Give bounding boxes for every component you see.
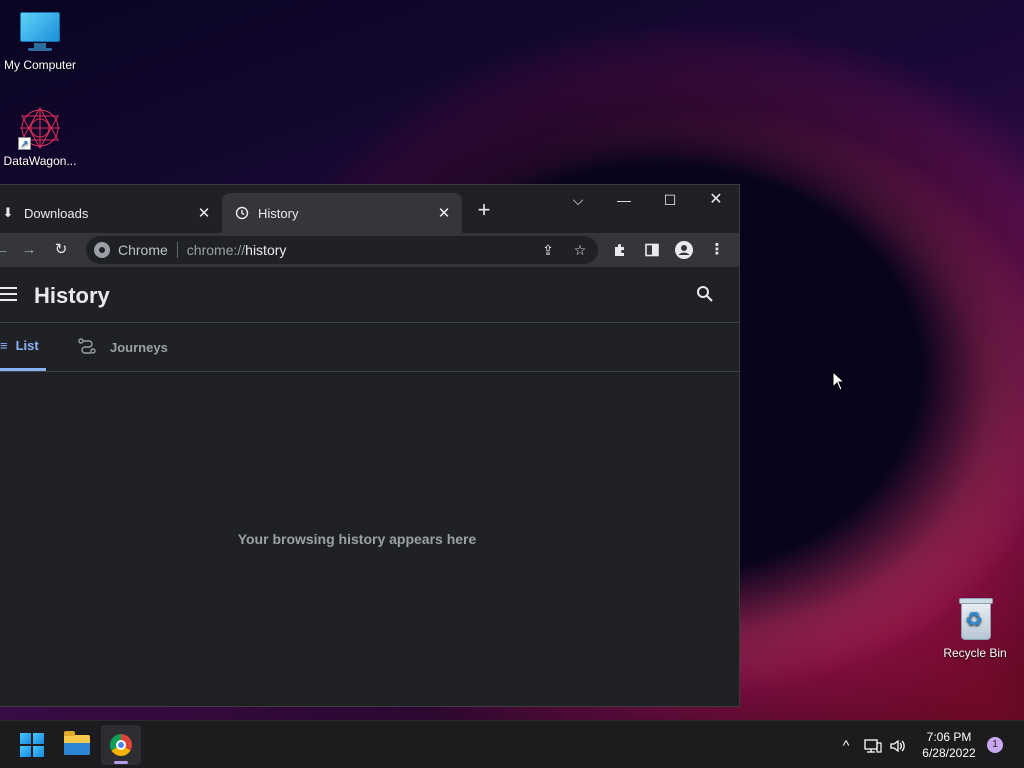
volume-icon[interactable] — [886, 721, 910, 768]
windows-logo-icon — [20, 733, 44, 757]
desktop-icon-label: Recycle Bin — [943, 646, 1007, 660]
back-icon[interactable]: ← — [0, 238, 14, 262]
start-button[interactable] — [12, 725, 52, 765]
mouse-cursor-icon — [832, 371, 846, 391]
hamburger-menu-icon[interactable] — [0, 287, 18, 305]
taskbar-chrome[interactable] — [101, 725, 141, 765]
history-header: History — [0, 267, 739, 323]
tab-label: Journeys — [110, 339, 168, 355]
reload-icon[interactable]: ↻ — [49, 238, 73, 262]
bookmark-star-icon[interactable]: ☆ — [570, 240, 590, 260]
close-window-button[interactable]: ✕ — [693, 185, 739, 215]
side-panel-icon[interactable] — [640, 238, 664, 262]
tab-label: History — [258, 205, 299, 221]
share-icon[interactable]: ⇪ — [538, 240, 558, 260]
menu-kebab-icon[interactable]: ⋮ — [705, 238, 729, 262]
browser-toolbar: ← → ↻ Chrome chrome://history ⇪ ☆ ⋮ — [0, 233, 739, 267]
chrome-logo-icon — [94, 242, 110, 258]
clock-date: 6/28/2022 — [922, 746, 976, 760]
search-icon[interactable] — [696, 285, 716, 305]
taskbar: ^ 7:06 PM 6/28/2022 1 — [0, 720, 1024, 768]
shortcut-arrow-icon: ↗ — [18, 137, 31, 150]
show-hidden-icons-chevron[interactable]: ^ — [836, 721, 856, 768]
new-tab-button[interactable]: + — [472, 199, 496, 223]
close-tab-icon[interactable]: ✕ — [432, 204, 456, 222]
history-icon — [234, 205, 250, 221]
history-nav-tabs: ≡ List Journeys — [0, 323, 739, 372]
forward-icon[interactable]: → — [17, 238, 41, 262]
download-icon: ⬇ — [2, 205, 14, 220]
tab-history[interactable]: History ✕ — [222, 193, 462, 233]
desktop-icon-label: My Computer — [3, 58, 77, 72]
taskbar-file-explorer[interactable] — [57, 725, 97, 765]
tab-list[interactable]: ≡ List — [0, 323, 46, 371]
folder-icon — [64, 731, 90, 755]
tab-journeys[interactable]: Journeys — [78, 323, 168, 371]
recycle-bin-icon: ♻ — [953, 598, 997, 642]
empty-state-message: Your browsing history appears here — [237, 531, 477, 547]
network-icon[interactable] — [862, 721, 884, 768]
notification-badge[interactable]: 1 — [987, 737, 1003, 753]
desktop-icon-datawagon[interactable]: ↗ DataWagon... — [0, 106, 80, 168]
close-tab-icon[interactable]: ✕ — [192, 204, 216, 222]
tab-label: Downloads — [24, 205, 89, 221]
tab-downloads[interactable]: ⬇ Downloads ✕ — [0, 193, 222, 233]
clock-time: 7:06 PM — [926, 730, 972, 744]
profile-avatar-icon[interactable] — [672, 238, 696, 262]
desktop-icon-my-computer[interactable]: My Computer — [0, 10, 80, 72]
tab-label: List — [15, 338, 39, 353]
system-clock[interactable]: 7:06 PM 6/28/2022 — [912, 729, 986, 761]
omnibox[interactable]: Chrome chrome://history ⇪ ☆ — [86, 236, 598, 264]
datawagon-icon: ↗ — [18, 106, 62, 150]
maximize-button[interactable]: ☐ — [647, 185, 693, 215]
list-icon: ≡ — [0, 338, 8, 353]
minimize-button[interactable]: — — [601, 185, 647, 215]
omnibox-url[interactable]: chrome://history — [187, 242, 287, 258]
omnibox-chip: Chrome — [118, 242, 178, 258]
browser-window: ⬇ Downloads ✕ History ✕ + ⌵ — ☐ ✕ ← → ↻ … — [0, 184, 740, 707]
page-title: History — [34, 283, 110, 308]
desktop-icon-recycle-bin[interactable]: ♻ Recycle Bin — [935, 598, 1015, 660]
chrome-icon — [110, 734, 132, 756]
journeys-icon — [78, 337, 96, 357]
desktop-icon-label: DataWagon... — [3, 154, 77, 168]
tab-strip: ⬇ Downloads ✕ History ✕ + ⌵ — ☐ ✕ — [0, 185, 739, 233]
monitor-icon — [18, 10, 62, 54]
extensions-icon[interactable] — [608, 238, 632, 262]
tab-search-chevron-icon[interactable]: ⌵ — [555, 185, 601, 215]
